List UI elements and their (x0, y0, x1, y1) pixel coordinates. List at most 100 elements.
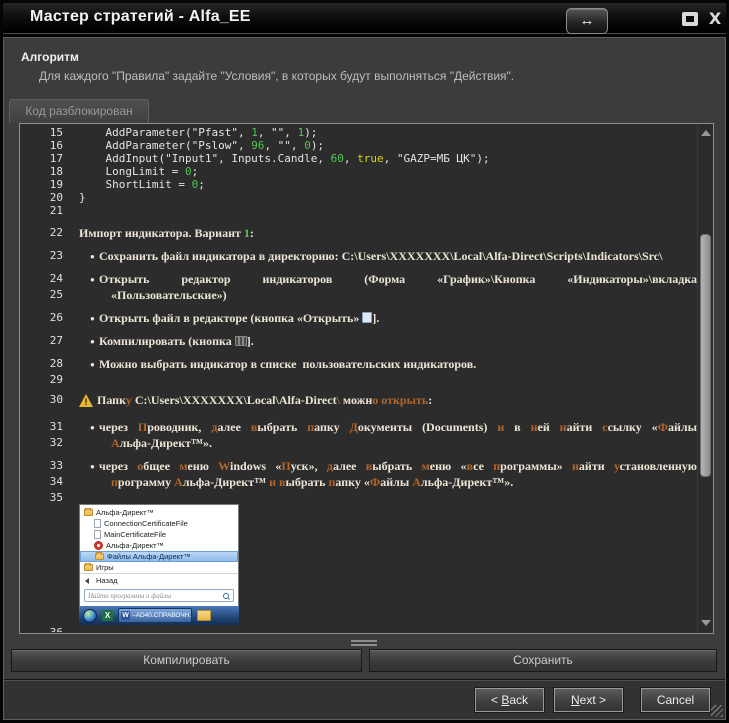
line-content: AddParameter("Pslow", 96, "", 0); (79, 139, 697, 152)
editor-line: 31●через Проводник, далее выбрать папку … (21, 420, 697, 436)
file-icon (94, 530, 101, 539)
start-menu-item-label: MainCertificateFile (104, 530, 166, 539)
scroll-down-icon[interactable] (701, 619, 710, 628)
start-menu-item: Альфа-Директ™ (80, 507, 238, 518)
line-number: 17 (21, 152, 63, 165)
editor-line: 36 (21, 626, 697, 632)
folder-icon (84, 509, 93, 516)
line-number: 28 (21, 357, 63, 370)
warning-text: Папку C:\Users\XXXXXXX\Local\Alfa-Direct… (97, 393, 432, 408)
dialog-body: Алгоритм Для каждого "Правила" задайте "… (3, 37, 726, 720)
start-menu-search-box: Найти программы и файлы (84, 589, 234, 602)
splitter[interactable] (4, 636, 725, 649)
start-orb-icon (83, 609, 97, 623)
editor-line: 28●Можно выбрать индикатор в списке поль… (21, 357, 697, 373)
start-menu-item: Игры (80, 562, 238, 573)
explorer-folder-icon (197, 610, 211, 621)
taskbar: X W–AD40.СПРАВОЧН... (79, 606, 239, 625)
line-number: 23 (21, 249, 63, 262)
bullet-text: Можно выбрать индикатор в списке пользов… (99, 357, 697, 372)
line-number: 30 (21, 393, 63, 406)
code-editor[interactable]: 15 AddParameter("Pfast", 1, "", 1);16 Ad… (19, 123, 714, 634)
line-number: 20 (21, 191, 63, 204)
page-subtitle: Для каждого "Правила" задайте "Условия",… (39, 69, 514, 83)
start-menu-item-selected: Файлы Альфа-Директ™ (80, 551, 238, 562)
line-content: ShortLimit = 0; (79, 178, 697, 191)
bullet-text: Компилировать (кнопка ]. (99, 334, 697, 349)
editor-line: 25 «Пользовательские») (21, 288, 697, 304)
line-content: ●Сохранить файл индикатора в директорию:… (79, 249, 697, 264)
editor-line: 19 ShortLimit = 0; (21, 178, 697, 191)
line-number: 29 (21, 373, 63, 386)
line-number: 26 (21, 311, 63, 324)
line-number: 16 (21, 139, 63, 152)
line-number: 33 (21, 459, 63, 472)
maximize-icon[interactable] (682, 12, 698, 26)
next-button[interactable]: Next > (554, 688, 623, 712)
line-content: программу Альфа-Директ™ и выбрать папку … (79, 475, 697, 490)
save-button[interactable]: Сохранить (369, 649, 717, 672)
editor-line: 35 (21, 491, 697, 504)
line-content: Альфа-Директ™». (79, 436, 697, 451)
close-icon[interactable]: X (706, 9, 724, 29)
file-icon (94, 519, 101, 528)
scroll-up-icon[interactable] (701, 129, 710, 138)
line-content: ●Открыть файл в редакторе (кнопка «Откры… (79, 311, 697, 326)
folder-icon (84, 564, 93, 571)
editor-line: 30!Папку C:\Users\XXXXXXX\Local\Alfa-Dir… (21, 393, 697, 413)
editor-line: 20} (21, 191, 697, 204)
window-title: Мастер стратегий - Alfa_EE (30, 8, 251, 26)
splitter-handle-icon[interactable] (351, 640, 377, 646)
cancel-button[interactable]: Cancel (641, 688, 710, 712)
bullet-icon: ● (79, 334, 99, 349)
line-content: Альфа-Директ™ConnectionCertificateFileMa… (79, 504, 697, 625)
start-menu-item-label: Игры (96, 563, 114, 572)
start-menu-item: ConnectionCertificateFile (80, 518, 238, 529)
line-content: AddInput("Input1", Inputs.Candle, 60, tr… (79, 152, 697, 165)
tab-code-unlocked[interactable]: Код разблокирован (9, 99, 149, 123)
line-content: AddParameter("Pfast", 1, "", 1); (79, 126, 697, 139)
page-title: Алгоритм (21, 50, 79, 64)
word-icon: W (121, 611, 130, 620)
back-button[interactable]: < Back (475, 688, 544, 712)
start-menu-item: Альфа-Директ™ (80, 540, 238, 551)
editor-line: Альфа-Директ™ConnectionCertificateFileMa… (21, 504, 697, 626)
editor-line: 32 Альфа-Директ™». (21, 436, 697, 452)
search-placeholder: Найти программы и файлы (88, 592, 171, 600)
line-number: 18 (21, 165, 63, 178)
line-number: 34 (21, 475, 63, 488)
line-number: 32 (21, 436, 63, 449)
magnifier-icon (223, 593, 229, 599)
editor-line: 21 (21, 204, 697, 217)
editor-line: 34 программу Альфа-Директ™ и выбрать папк… (21, 475, 697, 491)
title-bar[interactable]: Мастер стратегий - Alfa_EE ↔ X (3, 3, 726, 34)
scrollbar-thumb[interactable] (700, 234, 711, 477)
resize-grip[interactable] (711, 705, 723, 717)
compile-keypad-icon (235, 336, 247, 346)
open-file-icon (362, 312, 372, 323)
bullet-icon: ● (79, 249, 99, 264)
editor-line: 15 AddParameter("Pfast", 1, "", 1); (21, 126, 697, 139)
footer-bar: < Back Next > Cancel (4, 679, 725, 719)
line-number: 35 (21, 491, 63, 504)
start-menu-item-label: Альфа-Директ™ (106, 541, 164, 550)
excel-icon: X (102, 610, 113, 621)
line-number: 19 (21, 178, 63, 191)
editor-line: 24●Открыть редактор индикаторов (Форма «… (21, 272, 697, 288)
line-content: «Пользовательские») (79, 288, 697, 303)
editor-scrollbar[interactable] (697, 125, 712, 632)
app-icon (94, 541, 103, 550)
editor-line: 26 ●Открыть файл в редакторе (кнопка «Отк… (21, 311, 697, 327)
word-task-button: W–AD40.СПРАВОЧН... (118, 608, 192, 623)
start-menu-item-label: ConnectionCertificateFile (104, 519, 188, 528)
editor-line: 27●Компилировать (кнопка ]. (21, 334, 697, 350)
line-number: 25 (21, 288, 63, 301)
line-content: } (79, 191, 697, 204)
line-number: 24 (21, 272, 63, 285)
editor-line: 33●через общее меню Windows «Пуск», дале… (21, 459, 697, 475)
start-menu-back: Назад (80, 573, 238, 586)
embedded-start-menu-screenshot: Альфа-Директ™ConnectionCertificateFileMa… (79, 504, 239, 625)
line-number: 36 (21, 626, 63, 632)
compile-button[interactable]: Компилировать (11, 649, 362, 672)
resize-toggle-button[interactable]: ↔ (566, 8, 608, 34)
